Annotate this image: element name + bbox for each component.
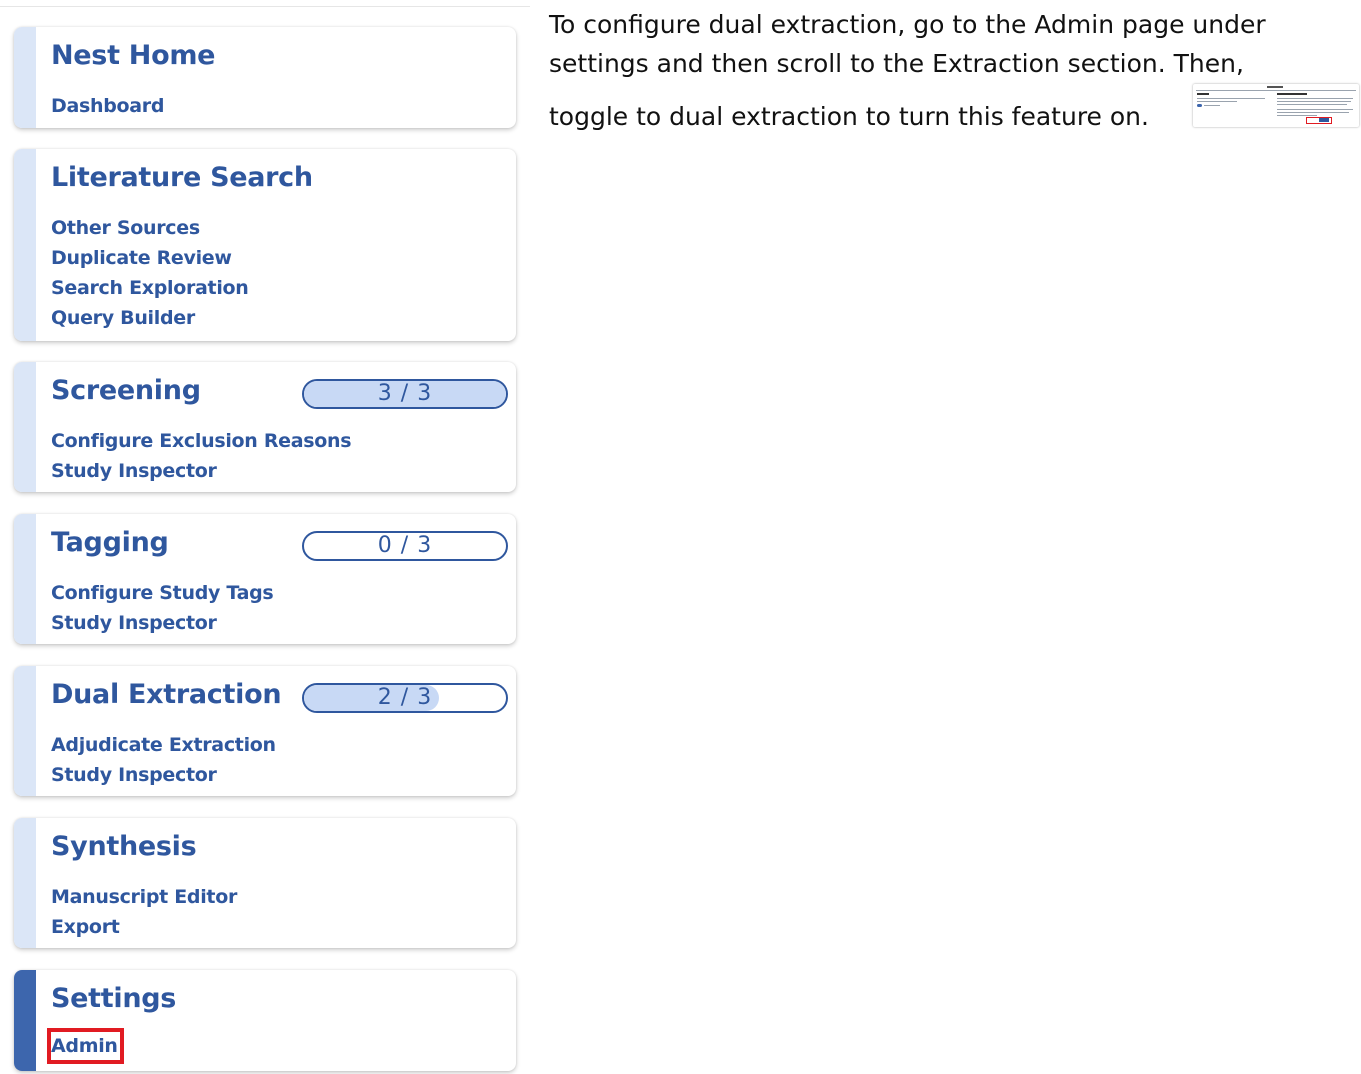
nav-link-study-inspector[interactable]: Study Inspector xyxy=(51,608,273,638)
nav-links-literature-search: Other Sources Duplicate Review Search Ex… xyxy=(51,213,249,333)
thumb-save-button xyxy=(1319,118,1329,122)
progress-label: 0 / 3 xyxy=(377,533,433,558)
thumb-text xyxy=(1277,98,1353,99)
card-accent-bar xyxy=(14,818,36,948)
card-accent-bar xyxy=(14,27,36,128)
nav-card-screening: Screening 3 / 3 Configure Exclusion Reas… xyxy=(14,362,516,492)
progress-pill-screening: 3 / 3 xyxy=(302,379,508,409)
instruction-line-3: toggle to dual extraction to turn this f… xyxy=(549,102,1149,131)
nav-link-admin[interactable]: Admin xyxy=(47,1028,124,1064)
nav-link-configure-study-tags[interactable]: Configure Study Tags xyxy=(51,578,274,608)
progress-pill-tagging: 0 / 3 xyxy=(302,531,508,561)
nav-links-synthesis: Manuscript Editor Export xyxy=(51,882,237,942)
card-accent-bar xyxy=(14,514,36,644)
nav-link-duplicate-review[interactable]: Duplicate Review xyxy=(51,243,249,273)
nav-links-tagging: Configure Study Tags Study Inspector xyxy=(51,578,274,638)
nav-section-title-dual-extraction[interactable]: Dual Extraction xyxy=(51,679,282,710)
nav-link-query-builder[interactable]: Query Builder xyxy=(51,303,249,333)
nav-links-dual-extraction: Adjudicate Extraction Study Inspector xyxy=(51,730,276,790)
nav-link-manuscript-editor[interactable]: Manuscript Editor xyxy=(51,882,237,912)
nav-card-synthesis: Synthesis Manuscript Editor Export xyxy=(14,818,516,948)
thumb-text xyxy=(1277,112,1349,113)
nav-section-title-nest-home[interactable]: Nest Home xyxy=(51,40,215,71)
nav-link-other-sources[interactable]: Other Sources xyxy=(51,213,249,243)
thumb-heading xyxy=(1267,86,1283,88)
extraction-settings-thumbnail[interactable] xyxy=(1193,84,1359,127)
thumb-rule xyxy=(1196,90,1356,91)
card-accent-bar xyxy=(14,149,36,341)
nav-links-screening: Configure Exclusion Reasons Study Inspec… xyxy=(51,426,352,486)
nav-section-title-synthesis[interactable]: Synthesis xyxy=(51,831,197,862)
progress-label: 3 / 3 xyxy=(377,381,433,406)
nav-section-title-tagging[interactable]: Tagging xyxy=(51,527,169,558)
nav-card-dual-extraction: Dual Extraction 2 / 3 Adjudicate Extract… xyxy=(14,666,516,796)
thumb-text xyxy=(1197,98,1265,99)
card-accent-bar xyxy=(14,666,36,796)
thumb-text xyxy=(1204,105,1220,106)
nav-card-literature-search: Literature Search Other Sources Duplicat… xyxy=(14,149,516,341)
thumb-text xyxy=(1277,101,1351,102)
card-accent-bar xyxy=(14,362,36,492)
instruction-text: To configure dual extraction, go to the … xyxy=(549,5,1349,131)
nav-card-nest-home: Nest Home Dashboard xyxy=(14,27,516,128)
nav-card-tagging: Tagging 0 / 3 Configure Study Tags Study… xyxy=(14,514,516,644)
thumb-toggle xyxy=(1197,104,1202,107)
thumb-text xyxy=(1277,104,1347,105)
instruction-line-1: To configure dual extraction, go to the … xyxy=(549,10,1266,39)
nav-card-settings: Settings Admin xyxy=(14,970,516,1071)
page: Nest Home Dashboard Literature Search Ot… xyxy=(0,0,1361,1074)
thumb-col-heading xyxy=(1277,93,1307,95)
nav-link-study-inspector[interactable]: Study Inspector xyxy=(51,456,351,486)
nav-link-study-inspector[interactable]: Study Inspector xyxy=(51,760,276,790)
nav-section-title-settings[interactable]: Settings xyxy=(51,983,176,1014)
nav-link-dashboard[interactable]: Dashboard xyxy=(51,91,164,121)
progress-pill-dual-extraction: 2 / 3 xyxy=(302,683,508,713)
nav-link-configure-exclusion-reasons[interactable]: Configure Exclusion Reasons xyxy=(51,426,352,456)
thumb-text xyxy=(1197,101,1237,102)
nav-section-title-screening[interactable]: Screening xyxy=(51,375,201,406)
thumb-text xyxy=(1277,115,1317,116)
instruction-line-2: settings and then scroll to the Extracti… xyxy=(549,49,1244,78)
nav-link-adjudicate-extraction[interactable]: Adjudicate Extraction xyxy=(51,730,276,760)
card-accent-bar-active xyxy=(14,970,36,1071)
thumb-text xyxy=(1277,109,1353,110)
nav-link-export[interactable]: Export xyxy=(51,912,237,942)
nav-link-search-exploration[interactable]: Search Exploration xyxy=(51,273,249,303)
top-divider xyxy=(0,6,530,7)
thumb-col-heading xyxy=(1197,93,1209,95)
nav-links-settings: Admin xyxy=(47,1028,124,1064)
nav-section-title-literature-search[interactable]: Literature Search xyxy=(51,162,313,193)
nav-links-nest-home: Dashboard xyxy=(51,91,164,121)
progress-label: 2 / 3 xyxy=(377,685,433,710)
